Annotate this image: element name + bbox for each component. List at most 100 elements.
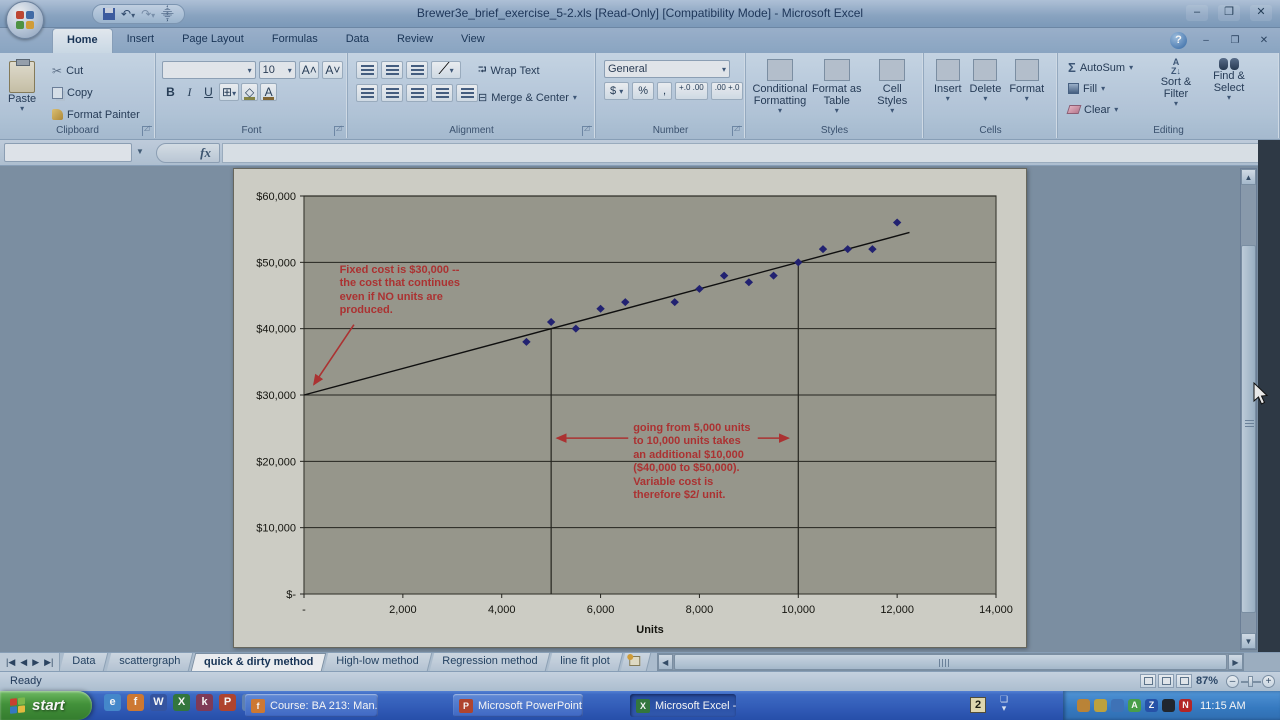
zoom-slider-knob[interactable] <box>1248 676 1253 687</box>
hidden-icons-chevron[interactable]: ❏▾ <box>1000 695 1008 713</box>
scattergraph-chart[interactable]: $-$10,000$20,000$30,000$40,000$50,000$60… <box>233 168 1027 648</box>
clear-button[interactable]: Clear▾ <box>1068 101 1133 118</box>
accounting-format-button[interactable]: $ ▾ <box>604 82 629 100</box>
font-size-combo[interactable]: 10▾ <box>259 61 296 79</box>
horizontal-scroll-thumb[interactable] <box>674 654 1227 670</box>
italic-button[interactable]: I <box>181 83 198 101</box>
align-bottom-button[interactable] <box>406 61 428 79</box>
excel-icon[interactable]: X <box>173 694 190 711</box>
firefox-icon[interactable]: f <box>127 694 144 711</box>
word-icon[interactable]: W <box>150 694 167 711</box>
cut-button[interactable]: ✂Cut <box>52 61 140 80</box>
increase-decimal-button[interactable]: +.0 .00 <box>675 82 708 100</box>
ribbon-tab-home[interactable]: Home <box>52 28 113 53</box>
name-box-caret-icon[interactable]: ▼ <box>132 143 148 162</box>
internet-explorer-icon[interactable]: e <box>104 694 121 711</box>
page-break-view-button[interactable] <box>1176 674 1192 688</box>
fill-color-button[interactable]: ◇ <box>241 83 258 101</box>
ribbon-tab-page-layout[interactable]: Page Layout <box>168 28 258 53</box>
zoom-out-button[interactable]: – <box>1226 675 1239 688</box>
scroll-left-icon[interactable]: ◀ <box>658 654 673 670</box>
align-top-button[interactable] <box>356 61 378 79</box>
borders-button[interactable]: ⊞▾ <box>219 83 239 101</box>
scroll-up-icon[interactable]: ▲ <box>1241 169 1256 185</box>
align-right-button[interactable] <box>406 84 428 102</box>
ribbon-tab-review[interactable]: Review <box>383 28 447 53</box>
number-format-combo[interactable]: General▾ <box>604 60 730 78</box>
workbook-restore-button[interactable]: ❐ <box>1225 34 1245 48</box>
next-sheet-icon[interactable]: ▶ <box>32 657 39 668</box>
decrease-indent-button[interactable] <box>431 84 453 102</box>
horizontal-scrollbar[interactable]: ◀ ▶ <box>657 653 1244 671</box>
sheet-tab-line-fit-plot[interactable]: line fit plot <box>548 653 623 671</box>
scroll-right-icon[interactable]: ▶ <box>1228 654 1243 670</box>
format-painter-button[interactable]: Format Painter <box>52 105 140 124</box>
sheet-tab-high-low-method[interactable]: High-low method <box>324 653 432 671</box>
office-button[interactable] <box>6 1 44 39</box>
normal-view-button[interactable] <box>1140 674 1156 688</box>
workbook-close-button[interactable]: ✕ <box>1254 34 1274 48</box>
ribbon-tab-insert[interactable]: Insert <box>113 28 169 53</box>
task-button-firefox[interactable]: fCourse: BA 213: Man... <box>245 694 378 717</box>
powerpoint-icon[interactable]: P <box>219 694 236 711</box>
font-name-combo[interactable]: ▾ <box>162 61 256 79</box>
tray-antivirus-a-icon[interactable]: A <box>1128 699 1141 712</box>
underline-button[interactable]: U <box>200 83 217 101</box>
shrink-font-button[interactable]: A˅ <box>322 61 343 79</box>
comma-style-button[interactable]: , <box>657 82 672 100</box>
restore-button[interactable]: ❐ <box>1218 5 1240 21</box>
prev-sheet-icon[interactable]: ◀ <box>20 657 27 668</box>
taskbar-group-badge[interactable]: 2 <box>970 697 986 713</box>
orientation-button[interactable]: ⟋▾ <box>431 61 461 79</box>
ribbon-tab-view[interactable]: View <box>447 28 499 53</box>
align-left-button[interactable] <box>356 84 378 102</box>
zoom-level[interactable]: 87% <box>1196 675 1218 687</box>
align-middle-button[interactable] <box>381 61 403 79</box>
sheet-tab-regression-method[interactable]: Regression method <box>429 653 550 671</box>
bold-button[interactable]: B <box>162 83 179 101</box>
help-button[interactable]: ? <box>1170 32 1187 49</box>
font-color-button[interactable]: A <box>260 83 277 101</box>
name-box[interactable] <box>4 143 132 162</box>
vertical-scroll-thumb[interactable] <box>1241 245 1256 613</box>
minimize-button[interactable]: – <box>1186 5 1208 21</box>
insert-worksheet-tab[interactable] <box>620 653 650 671</box>
tray-volume-icon[interactable] <box>1077 699 1090 712</box>
autosum-button[interactable]: ΣAutoSum▾ <box>1068 59 1133 76</box>
scroll-down-icon[interactable]: ▼ <box>1241 633 1256 649</box>
task-button-excel[interactable]: XMicrosoft Excel - Bre... <box>630 694 736 717</box>
task-button-powerpoint[interactable]: PMicrosoft PowerPoint <box>453 694 583 717</box>
tray-security-shield-icon[interactable] <box>1094 699 1107 712</box>
sort-filter-button[interactable]: AZ↓ Sort & Filter▾ <box>1154 58 1198 107</box>
paste-button[interactable]: Paste▾ <box>8 61 36 112</box>
number-dialog-launcher-icon[interactable] <box>732 126 742 136</box>
zoom-in-button[interactable]: + <box>1262 675 1275 688</box>
ribbon-tab-formulas[interactable]: Formulas <box>258 28 332 53</box>
fill-button[interactable]: Fill▾ <box>1068 80 1133 97</box>
insert-function-button[interactable]: fx <box>156 143 220 163</box>
grow-font-button[interactable]: A˄ <box>299 61 320 79</box>
tray-network-icon[interactable] <box>1111 699 1124 712</box>
close-button[interactable]: ✕ <box>1250 5 1272 21</box>
alignment-dialog-launcher-icon[interactable] <box>582 126 592 136</box>
first-sheet-icon[interactable]: |◀ <box>6 657 15 668</box>
formula-input[interactable] <box>222 143 1258 163</box>
align-center-button[interactable] <box>381 84 403 102</box>
find-select-button[interactable]: Find & Select▾ <box>1206 58 1252 107</box>
tray-norton-n-icon[interactable]: N <box>1179 699 1192 712</box>
tray-zonealarm-z-icon[interactable]: Z <box>1145 699 1158 712</box>
ribbon-tab-data[interactable]: Data <box>332 28 383 53</box>
page-layout-view-button[interactable] <box>1158 674 1174 688</box>
vertical-scrollbar[interactable]: ▲ ▼ <box>1240 168 1257 650</box>
start-button[interactable]: start <box>0 691 92 720</box>
copy-button[interactable]: Copy <box>52 83 140 102</box>
sheet-tab-data[interactable]: Data <box>60 653 109 671</box>
sheet-tab-scattergraph[interactable]: scattergraph <box>106 653 193 671</box>
merge-center-button[interactable]: ⊟Merge & Center▾ <box>478 88 577 107</box>
decrease-decimal-button[interactable]: .00 +.0 <box>711 82 744 100</box>
wrap-text-button[interactable]: ⮒Wrap Text <box>478 61 577 80</box>
publisher-key-icon[interactable]: k <box>196 694 213 711</box>
font-dialog-launcher-icon[interactable] <box>334 126 344 136</box>
increase-indent-button[interactable] <box>456 84 478 102</box>
sheet-tab-quick-dirty-method[interactable]: quick & dirty method <box>191 653 327 671</box>
